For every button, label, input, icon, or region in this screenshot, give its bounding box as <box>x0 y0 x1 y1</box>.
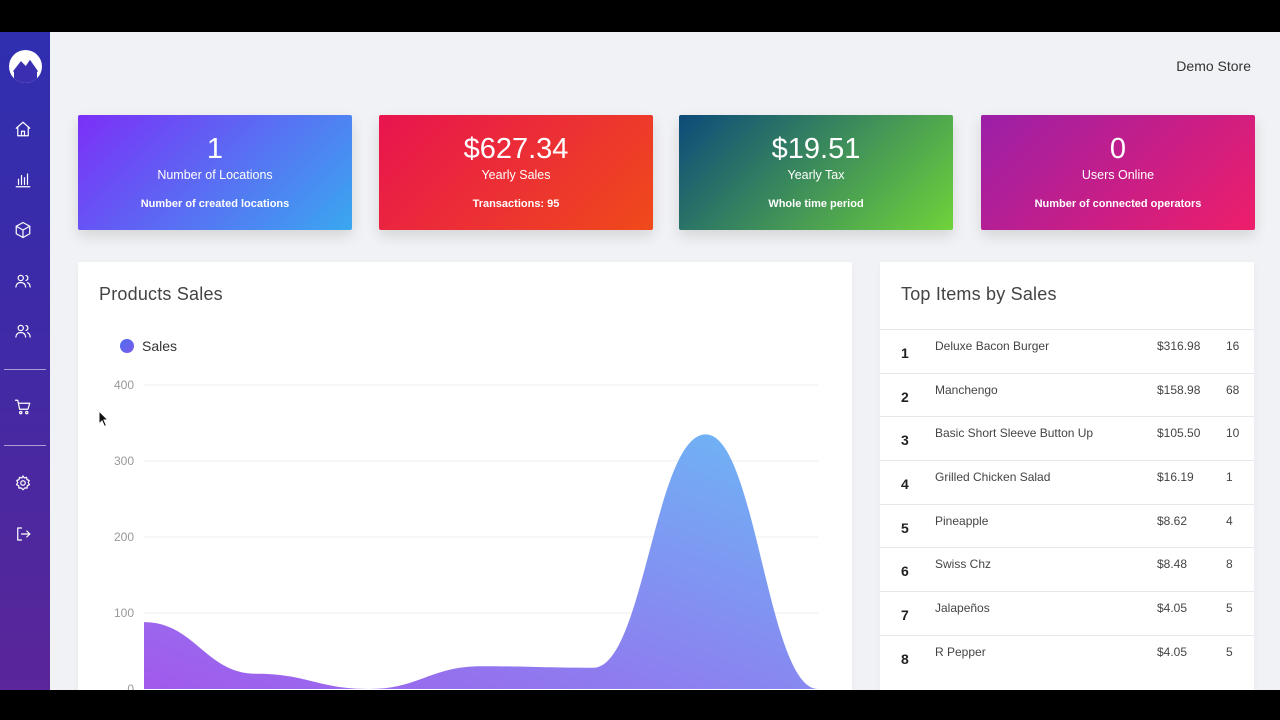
item-name: Swiss Chz <box>935 557 992 572</box>
data-point[interactable] <box>141 619 147 625</box>
home-icon[interactable] <box>13 119 33 139</box>
data-point[interactable] <box>253 671 259 677</box>
stat-value: $627.34 <box>463 133 569 165</box>
stat-value: $19.51 <box>771 133 861 165</box>
list-item[interactable]: 3 Basic Short Sleeve Button Up $105.50 10 <box>880 416 1254 460</box>
cart-icon[interactable] <box>13 397 33 417</box>
list-item[interactable]: 6 Swiss Chz $8.48 8 <box>880 547 1254 591</box>
item-rank: 1 <box>901 345 909 361</box>
item-rank: 6 <box>901 563 909 580</box>
top-items-panel: Top Items by Sales 1 Deluxe Bacon Burger $… <box>880 262 1254 690</box>
data-point[interactable] <box>703 431 709 437</box>
data-point[interactable] <box>478 663 484 669</box>
item-amount: $8.48 <box>1157 557 1188 572</box>
data-point[interactable] <box>590 665 596 671</box>
item-quantity: 10 <box>1226 426 1240 441</box>
list-item[interactable]: 1 Deluxe Bacon Burger $316.98 16 <box>880 329 1254 373</box>
list-item[interactable]: 5 Pineapple $8.62 4 <box>880 503 1254 548</box>
stat-card-yearly-sales: $627.34 Yearly Sales Transactions: 95 <box>379 115 653 230</box>
item-quantity: 5 <box>1226 601 1233 616</box>
sidebar-divider <box>4 445 46 446</box>
y-tick-label: 200 <box>114 530 134 544</box>
y-tick-label: 0 <box>127 682 134 690</box>
item-amount: $4.05 <box>1157 601 1188 616</box>
stat-subtitle: Number of created locations <box>140 198 290 210</box>
top-items-list: 1 Deluxe Bacon Burger $316.98 16 2 Manchengo $… <box>880 329 1254 679</box>
item-name: Pineapple <box>935 513 989 528</box>
sidebar <box>0 32 50 690</box>
data-point[interactable] <box>366 686 372 690</box>
item-amount: $158.98 <box>1157 382 1201 397</box>
stat-subtitle: Number of connected operators <box>1034 198 1202 210</box>
stat-card-yearly-tax: $19.51 Yearly Tax Whole time period <box>679 115 953 230</box>
panel-title: Top Items by Sales <box>901 284 1057 304</box>
item-amount: $16.19 <box>1157 470 1194 485</box>
item-quantity: 1 <box>1226 470 1233 485</box>
store-name[interactable]: Demo Store <box>1176 58 1251 74</box>
stat-value: 0 <box>1109 133 1127 165</box>
item-rank: 5 <box>901 519 909 536</box>
stat-value: 1 <box>206 133 224 165</box>
stat-label: Number of Locations <box>157 168 273 182</box>
products-sales-panel: Products Sales Sales 0 100 200 300 400 08 12 23… <box>78 262 852 690</box>
stat-subtitle: Transactions: 95 <box>472 198 560 210</box>
stat-label: Yearly Sales <box>481 168 551 182</box>
item-rank: 3 <box>901 432 909 449</box>
team-icon[interactable] <box>13 321 33 341</box>
mouse-cursor-icon <box>98 410 110 428</box>
bar-chart-icon[interactable] <box>13 170 33 190</box>
item-name: Basic Short Sleeve Button Up <box>935 426 1094 441</box>
sidebar-divider <box>4 369 46 370</box>
users-icon[interactable] <box>13 271 33 291</box>
stat-label: Yearly Tax <box>787 168 845 182</box>
list-item[interactable]: 4 Grilled Chicken Salad $16.19 1 <box>880 460 1254 504</box>
item-rank: 7 <box>901 607 909 624</box>
y-tick-label: 100 <box>114 606 134 620</box>
logout-icon[interactable] <box>13 524 33 544</box>
item-quantity: 5 <box>1226 644 1233 659</box>
list-item[interactable]: 8 R Pepper $4.05 5 <box>880 634 1254 679</box>
list-item[interactable]: 7 Jalapeños $4.05 5 <box>880 591 1254 635</box>
sales-area-chart: 010020030040008 12 23 01 11 12 22 <box>114 378 821 690</box>
item-rank: 2 <box>901 388 909 405</box>
gear-icon[interactable] <box>13 473 33 493</box>
item-rank: 8 <box>901 650 909 667</box>
item-amount: $8.62 <box>1157 513 1188 528</box>
stat-subtitle: Whole time period <box>768 198 864 210</box>
item-quantity: 4 <box>1226 513 1233 528</box>
item-quantity: 8 <box>1226 557 1233 572</box>
item-amount: $4.05 <box>1157 644 1188 659</box>
data-point[interactable] <box>815 686 821 690</box>
stat-card-users-online: 0 Users Online Number of connected opera… <box>981 115 1255 230</box>
item-name: R Pepper <box>935 644 986 659</box>
item-amount: $316.98 <box>1157 339 1201 353</box>
y-tick-label: 300 <box>114 454 134 468</box>
list-item[interactable]: 2 Manchengo $158.98 68 <box>880 372 1254 417</box>
item-quantity: 16 <box>1226 339 1240 353</box>
box-icon[interactable] <box>13 220 33 240</box>
app-logo[interactable] <box>9 50 42 83</box>
stat-card-locations: 1 Number of Locations Number of created … <box>78 115 352 230</box>
item-amount: $105.50 <box>1157 426 1201 441</box>
y-tick-label: 400 <box>114 378 134 392</box>
app-window: Demo Store 1 Number of Locations Number … <box>0 32 1280 690</box>
item-quantity: 68 <box>1226 382 1240 397</box>
item-name: Grilled Chicken Salad <box>935 470 1051 485</box>
item-name: Jalapeños <box>935 601 990 616</box>
item-rank: 4 <box>901 476 909 493</box>
item-name: Manchengo <box>935 382 998 397</box>
sales-series-area[interactable] <box>144 434 818 689</box>
item-name: Deluxe Bacon Burger <box>935 339 1050 353</box>
stat-label: Users Online <box>1081 168 1155 182</box>
